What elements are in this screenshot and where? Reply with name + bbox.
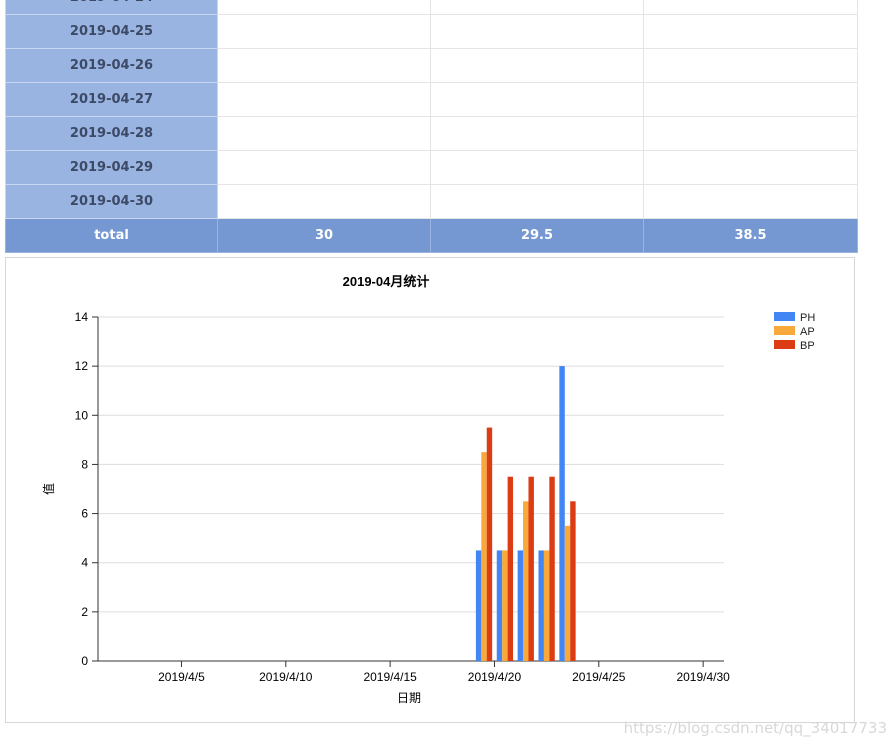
bar-ph (475, 550, 482, 661)
total-value: 38.5 (643, 218, 858, 253)
bar-ph (517, 550, 524, 661)
value-cell (430, 150, 644, 185)
value-cell (643, 116, 858, 151)
bar-ap (543, 550, 550, 661)
value-cell (430, 116, 644, 151)
chart-panel: 2019-04月统计 0 2 4 6 8 10 12 14 2019/4/5 2019/4/10 20… (5, 257, 855, 723)
value-cell (217, 14, 431, 49)
chart-title: 2019-04月统计 (343, 274, 430, 289)
y-tick-label: 0 (81, 654, 88, 668)
y-tick-label: 6 (81, 507, 88, 521)
bar-ph (538, 550, 544, 661)
legend-label-bp: BP (800, 340, 815, 352)
y-tick-label: 8 (81, 457, 88, 471)
date-cell: 2019-04-25 (5, 14, 218, 49)
y-tick-label: 2 (81, 605, 88, 619)
date-cell: 2019-04-26 (5, 48, 218, 83)
bar-bp (549, 476, 555, 661)
value-cell (643, 48, 858, 83)
total-value: 30 (217, 218, 431, 253)
bar-ap (523, 501, 529, 661)
y-tick-label: 10 (75, 408, 89, 422)
date-cell: 2019-04-24 (5, 0, 218, 15)
value-cell (217, 184, 431, 219)
x-tick-label: 2019/4/15 (363, 670, 417, 684)
table-row: 2019-04-30 (5, 184, 858, 219)
value-cell (430, 82, 644, 117)
bar-ap (564, 525, 571, 661)
value-cell (643, 14, 858, 49)
value-cell (430, 14, 644, 49)
value-cell (217, 116, 431, 151)
total-label: total (5, 218, 218, 253)
bar-chart: 2019-04月统计 0 2 4 6 8 10 12 14 2019/4/5 2019/4/10 20… (41, 274, 815, 705)
x-axis-label: 日期 (397, 691, 421, 705)
table-row: 2019-04-28 (5, 116, 858, 151)
value-cell (430, 0, 644, 15)
date-cell: 2019-04-30 (5, 184, 218, 219)
x-tick-label: 2019/4/25 (572, 670, 626, 684)
monthly-table: 2019-04-242019-04-252019-04-262019-04-27… (5, 0, 858, 253)
value-cell (643, 82, 858, 117)
legend-swatch-bp (774, 340, 795, 349)
value-cell (430, 48, 644, 83)
x-tick-label: 2019/4/10 (259, 670, 313, 684)
bar-ph (496, 550, 503, 661)
value-cell (217, 150, 431, 185)
bar-ph (559, 366, 565, 661)
table-row: 2019-04-27 (5, 82, 858, 117)
x-tick-label: 2019/4/5 (158, 670, 205, 684)
bar-ap (481, 452, 487, 661)
legend-label-ph: PH (800, 312, 815, 324)
value-cell (217, 48, 431, 83)
table-row: 2019-04-29 (5, 150, 858, 185)
y-axis-label: 值 (41, 483, 56, 495)
bar-ap (502, 550, 508, 661)
legend-swatch-ap (774, 326, 795, 335)
table-row: 2019-04-24 (5, 0, 858, 15)
legend-label-ap: AP (800, 326, 815, 338)
y-tick-label: 4 (81, 556, 88, 570)
bar-bp (528, 476, 534, 661)
date-cell: 2019-04-29 (5, 150, 218, 185)
value-cell (643, 150, 858, 185)
x-tick-label: 2019/4/20 (468, 670, 522, 684)
x-tick-label: 2019/4/30 (676, 670, 730, 684)
bar-bp (570, 501, 576, 661)
total-row: total 30 29.5 38.5 (5, 218, 858, 253)
value-cell (217, 82, 431, 117)
watermark: https://blog.csdn.net/qq_34017733 (623, 719, 887, 737)
value-cell (430, 184, 644, 219)
table-body: 2019-04-242019-04-252019-04-262019-04-27… (5, 0, 858, 253)
y-tick-label: 14 (75, 310, 89, 324)
value-cell (643, 184, 858, 219)
table-row: 2019-04-25 (5, 14, 858, 49)
bar-bp (507, 476, 514, 661)
value-cell (643, 0, 858, 15)
table-row: 2019-04-26 (5, 48, 858, 83)
date-cell: 2019-04-27 (5, 82, 218, 117)
total-value: 29.5 (430, 218, 644, 253)
bar-bp (486, 427, 493, 661)
legend-swatch-ph (774, 312, 795, 321)
y-tick-label: 12 (75, 359, 89, 373)
value-cell (217, 0, 431, 15)
date-cell: 2019-04-28 (5, 116, 218, 151)
